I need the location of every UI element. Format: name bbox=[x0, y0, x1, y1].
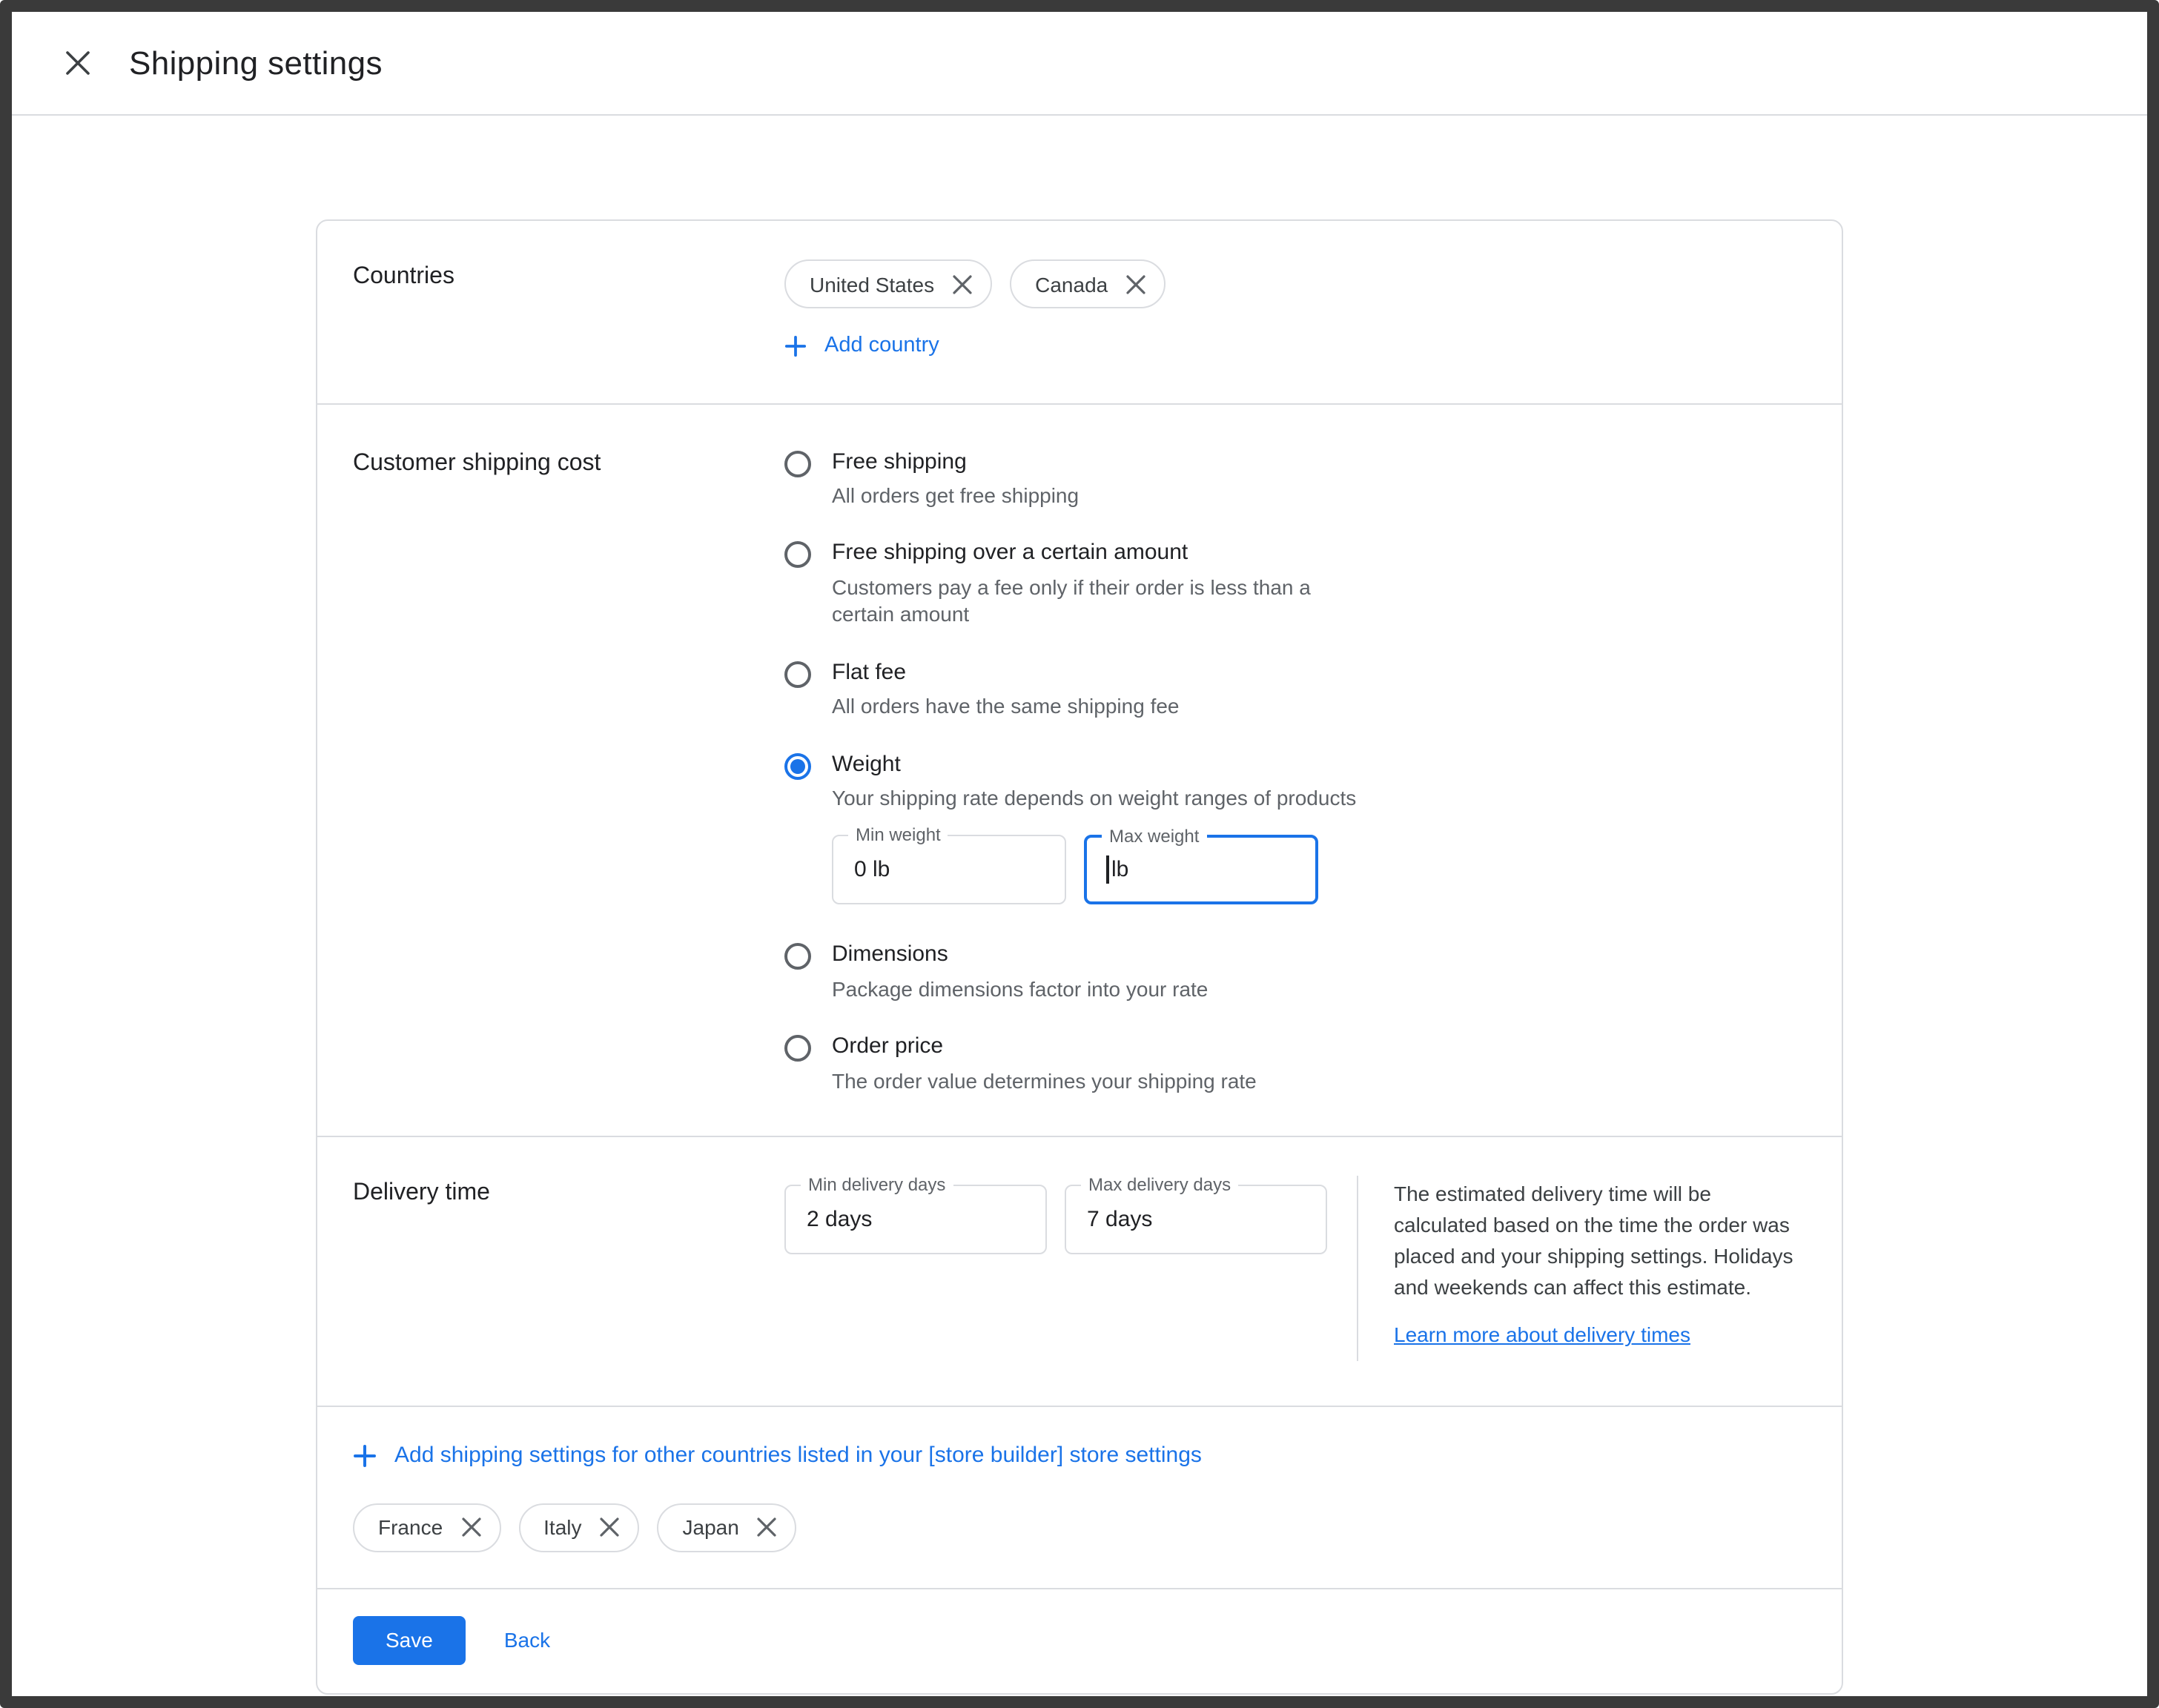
country-chip-label: Canada bbox=[1035, 272, 1108, 296]
option-label: Dimensions bbox=[832, 942, 1208, 970]
country-chip-france[interactable]: France bbox=[353, 1503, 500, 1552]
option-description: All orders have the same shipping fee bbox=[832, 693, 1180, 720]
min-weight-value: 0 lb bbox=[854, 858, 890, 883]
option-text: Flat fee All orders have the same shippi… bbox=[832, 659, 1180, 720]
min-delivery-days-value: 2 days bbox=[807, 1208, 872, 1233]
max-delivery-days-label: Max delivery days bbox=[1081, 1175, 1238, 1196]
back-button[interactable]: Back bbox=[504, 1629, 550, 1652]
chip-remove-icon[interactable] bbox=[757, 1517, 778, 1538]
min-delivery-days-label: Min delivery days bbox=[801, 1175, 953, 1196]
radio-option-weight[interactable]: Weight Your shipping rate depends on wei… bbox=[784, 751, 1356, 905]
weight-fields: Min weight 0 lb Max weight lb bbox=[832, 835, 1356, 905]
page-title: Shipping settings bbox=[129, 44, 383, 82]
option-label: Weight bbox=[832, 751, 1356, 779]
delivery-info-panel: The estimated delivery time will be calc… bbox=[1357, 1176, 1806, 1362]
close-icon bbox=[65, 50, 90, 76]
add-other-countries-label: Add shipping settings for other countrie… bbox=[394, 1443, 1202, 1469]
radio-unselected-icon[interactable] bbox=[784, 661, 811, 687]
save-button[interactable]: Save bbox=[353, 1616, 466, 1665]
radio-option-flat-fee[interactable]: Flat fee All orders have the same shippi… bbox=[784, 659, 1356, 720]
plus-icon bbox=[784, 334, 807, 357]
chip-remove-icon[interactable] bbox=[1125, 274, 1146, 294]
country-chip-label: France bbox=[378, 1516, 443, 1540]
option-description: Your shipping rate depends on weight ran… bbox=[832, 785, 1356, 812]
country-chip-label: United States bbox=[810, 272, 934, 296]
country-chips: United States Canada bbox=[784, 259, 1166, 308]
add-country-button[interactable]: Add country bbox=[784, 334, 939, 357]
learn-more-link[interactable]: Learn more about delivery times bbox=[1394, 1323, 1690, 1347]
chip-remove-icon[interactable] bbox=[460, 1517, 481, 1538]
chip-remove-icon[interactable] bbox=[600, 1517, 621, 1538]
min-weight-field-label: Min weight bbox=[848, 825, 948, 846]
radio-option-free-over-amount[interactable]: Free shipping over a certain amount Cust… bbox=[784, 540, 1356, 628]
country-chip-japan[interactable]: Japan bbox=[658, 1503, 797, 1552]
min-delivery-days-field[interactable]: Min delivery days 2 days bbox=[784, 1185, 1047, 1255]
delivery-time-label: Delivery time bbox=[353, 1176, 784, 1362]
plus-icon bbox=[353, 1444, 377, 1468]
radio-unselected-icon[interactable] bbox=[784, 542, 811, 569]
other-countries-section: Add shipping settings for other countrie… bbox=[317, 1408, 1842, 1588]
countries-content: United States Canada bbox=[784, 259, 1166, 364]
countries-label: Countries bbox=[353, 259, 784, 364]
max-weight-field-label: Max weight bbox=[1102, 827, 1206, 847]
radio-option-order-price[interactable]: Order price The order value determines y… bbox=[784, 1034, 1356, 1095]
country-chip-label: Italy bbox=[543, 1516, 581, 1540]
max-delivery-days-value: 7 days bbox=[1087, 1208, 1152, 1233]
option-description: All orders get free shipping bbox=[832, 483, 1079, 509]
radio-option-dimensions[interactable]: Dimensions Package dimensions factor int… bbox=[784, 942, 1356, 1003]
topbar: Shipping settings bbox=[12, 12, 2147, 116]
option-label: Order price bbox=[832, 1034, 1257, 1062]
option-text: Free shipping over a certain amount Cust… bbox=[832, 540, 1354, 628]
add-country-label: Add country bbox=[824, 334, 939, 357]
option-description: Customers pay a fee only if their order … bbox=[832, 574, 1354, 628]
add-other-countries-button[interactable]: Add shipping settings for other countrie… bbox=[353, 1443, 1202, 1469]
shipping-cost-label: Customer shipping cost bbox=[353, 446, 784, 1095]
other-country-chips: France Italy Japan bbox=[353, 1503, 1806, 1552]
option-text: Free shipping All orders get free shippi… bbox=[832, 448, 1079, 509]
max-delivery-days-field[interactable]: Max delivery days 7 days bbox=[1065, 1185, 1327, 1255]
close-button[interactable] bbox=[47, 33, 107, 93]
radio-option-free-shipping[interactable]: Free shipping All orders get free shippi… bbox=[784, 448, 1356, 509]
option-text: Dimensions Package dimensions factor int… bbox=[832, 942, 1208, 1003]
text-cursor bbox=[1106, 856, 1108, 884]
option-label: Free shipping over a certain amount bbox=[832, 540, 1354, 569]
chip-remove-icon[interactable] bbox=[952, 274, 973, 294]
delivery-fields: Min delivery days 2 days Max delivery da… bbox=[784, 1176, 1357, 1362]
shipping-cost-section: Customer shipping cost Free shipping All… bbox=[317, 404, 1842, 1136]
option-description: The order value determines your shipping… bbox=[832, 1068, 1257, 1094]
countries-section: Countries United States Canada bbox=[317, 221, 1842, 403]
radio-unselected-icon[interactable] bbox=[784, 1036, 811, 1062]
delivery-info-text: The estimated delivery time will be calc… bbox=[1394, 1179, 1806, 1304]
option-description: Package dimensions factor into your rate bbox=[832, 976, 1208, 1002]
stage: Shipping settings Countries United State… bbox=[0, 0, 2159, 1708]
delivery-time-section: Delivery time Min delivery days 2 days M… bbox=[317, 1138, 1842, 1406]
min-weight-field[interactable]: Min weight 0 lb bbox=[832, 835, 1066, 905]
card-footer: Save Back bbox=[317, 1589, 1842, 1693]
settings-card: Countries United States Canada bbox=[316, 219, 1843, 1695]
max-weight-value: lb bbox=[1111, 858, 1128, 883]
shipping-settings-window: Shipping settings Countries United State… bbox=[0, 0, 2159, 1708]
country-chip-canada[interactable]: Canada bbox=[1010, 259, 1166, 308]
country-chip-label: Japan bbox=[683, 1516, 739, 1540]
option-label: Flat fee bbox=[832, 659, 1180, 687]
option-text: Order price The order value determines y… bbox=[832, 1034, 1257, 1095]
radio-selected-icon[interactable] bbox=[784, 752, 811, 779]
country-chip-italy[interactable]: Italy bbox=[518, 1503, 639, 1552]
radio-unselected-icon[interactable] bbox=[784, 944, 811, 970]
radio-unselected-icon[interactable] bbox=[784, 450, 811, 477]
max-weight-field[interactable]: Max weight lb bbox=[1084, 835, 1318, 905]
option-label: Free shipping bbox=[832, 448, 1079, 477]
option-text: Weight Your shipping rate depends on wei… bbox=[832, 751, 1356, 905]
shipping-cost-options: Free shipping All orders get free shippi… bbox=[784, 446, 1356, 1095]
country-chip-united-states[interactable]: United States bbox=[784, 259, 992, 308]
